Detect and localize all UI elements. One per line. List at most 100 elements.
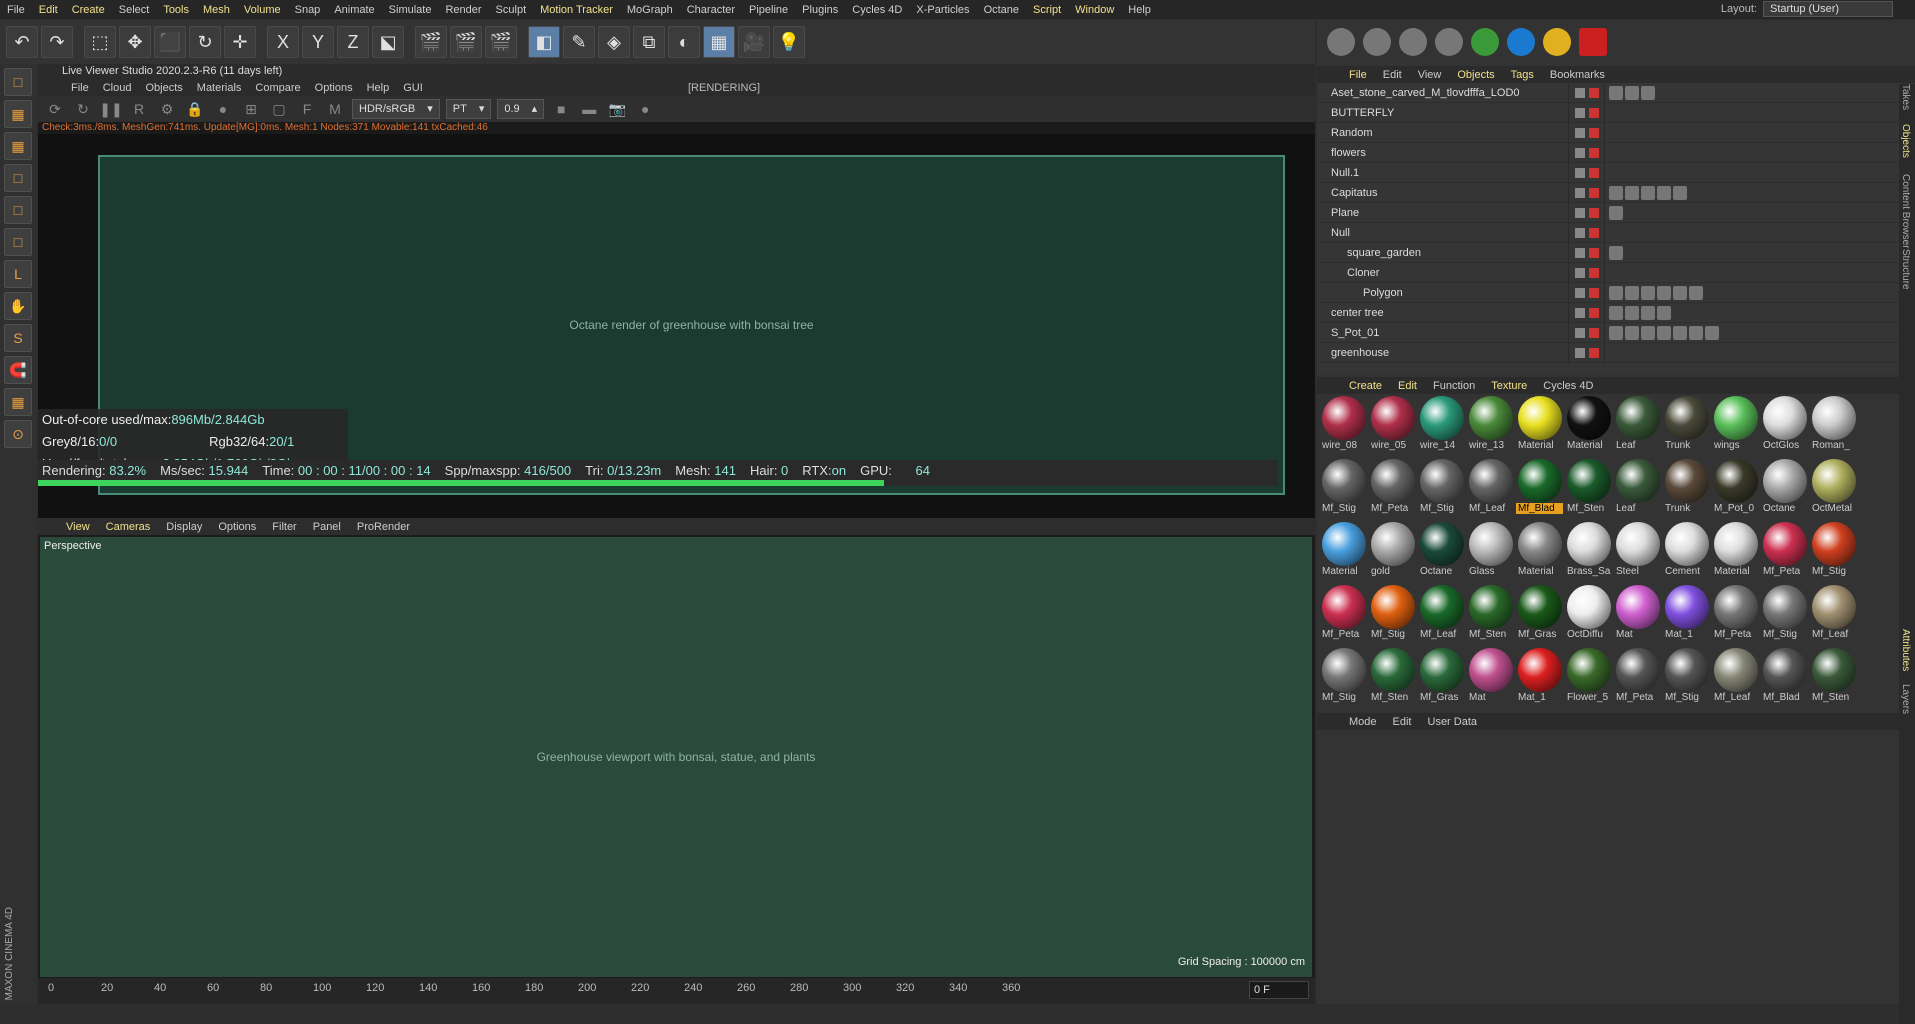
material-swatch[interactable]: wire_05 [1368,396,1417,459]
menu-motion-tracker[interactable]: Motion Tracker [533,4,620,16]
object-menu-item[interactable]: File [1341,69,1375,81]
recent-tool-icon[interactable]: ✛ [224,26,256,58]
edit-render-settings-icon[interactable]: 🎬 [485,26,517,58]
menu-render[interactable]: Render [438,4,488,16]
material-swatch[interactable]: Leaf [1613,396,1662,459]
object-menu-item[interactable]: Objects [1449,69,1502,81]
material-swatch[interactable]: wings [1711,396,1760,459]
timeline[interactable]: 0 F 0 20 40 60 80 100 120 140 160 180 200 220 240 260… [38,978,1315,1004]
live-viewer-menu-item[interactable]: Compare [248,82,307,94]
lock-icon[interactable]: ⟳ [44,98,66,120]
material-swatch[interactable]: Material [1711,522,1760,585]
object-flags[interactable] [1568,322,1604,343]
material-swatch[interactable]: Mf_Peta [1760,522,1809,585]
left-tool-icon[interactable]: □ [4,228,32,256]
material-swatch[interactable]: OctGlos [1760,396,1809,459]
camera-record-icon[interactable] [1579,28,1607,56]
refresh-icon[interactable]: ↻ [72,98,94,120]
viewport-menu-item[interactable]: Options [210,521,264,533]
material-swatch[interactable]: wire_13 [1466,396,1515,459]
menu-character[interactable]: Character [680,4,742,16]
object-flags[interactable] [1568,162,1604,183]
object-row[interactable]: Capitatus [1317,182,1915,203]
camera-icon[interactable]: 🎥 [738,26,770,58]
stop-icon[interactable]: ■ [550,98,572,120]
live-viewer-menu-item[interactable]: Help [360,82,397,94]
material-swatch[interactable]: Material [1515,522,1564,585]
object-flags[interactable] [1568,142,1604,163]
z-axis-icon[interactable]: Z [337,26,369,58]
y-axis-icon[interactable]: Y [302,26,334,58]
side-tab[interactable]: Objects [1900,124,1911,158]
scale-icon[interactable]: ⬛ [154,26,186,58]
material-swatch[interactable]: Roman_ [1809,396,1858,459]
current-frame[interactable]: 0 F [1249,981,1309,999]
material-swatch[interactable]: Mf_Stig [1319,648,1368,711]
rotate-icon[interactable]: ↻ [189,26,221,58]
menu-plugins[interactable]: Plugins [795,4,845,16]
left-tool-icon[interactable]: ⊙ [4,420,32,448]
side-tab[interactable]: Attributes [1900,629,1911,671]
object-row[interactable]: Polygon [1317,282,1915,303]
image-icon[interactable]: ▬ [578,98,600,120]
material-swatch[interactable]: Material [1515,396,1564,459]
menu-create[interactable]: Create [65,4,112,16]
move-icon[interactable]: ✥ [119,26,151,58]
floor-icon[interactable]: ▦ [703,26,735,58]
material-swatch[interactable]: Mf_Gras [1417,648,1466,711]
attributes-menu-item[interactable]: Mode [1341,716,1385,728]
live-viewer-menu-item[interactable]: Cloud [96,82,139,94]
live-viewer-menu-item[interactable]: Objects [138,82,189,94]
object-flags[interactable] [1568,182,1604,203]
material-swatch[interactable]: Steel [1613,522,1662,585]
viewport-menu-item[interactable]: Cameras [98,521,159,533]
material-swatch[interactable]: gold [1368,522,1417,585]
coord-system-icon[interactable]: ⬕ [372,26,404,58]
menu-mograph[interactable]: MoGraph [620,4,680,16]
material-swatch[interactable]: Mat [1613,585,1662,648]
object-row[interactable]: center tree [1317,302,1915,323]
material-swatch[interactable]: Trunk [1662,396,1711,459]
material-swatch[interactable]: Cement [1662,522,1711,585]
material-swatch[interactable]: Flower_5 [1564,648,1613,711]
kernel-select[interactable]: PT ▾ [445,99,492,119]
material-swatch[interactable]: Octane [1760,459,1809,522]
object-menu-item[interactable]: Edit [1375,69,1410,81]
pause-icon[interactable]: ❚❚ [99,98,122,120]
material-swatch[interactable]: Mf_Leaf [1809,585,1858,648]
menu-sculpt[interactable]: Sculpt [489,4,534,16]
menu-volume[interactable]: Volume [237,4,288,16]
material-swatch[interactable]: Brass_Sa [1564,522,1613,585]
viewport-menu-item[interactable]: Display [158,521,210,533]
frame-icon[interactable]: ▢ [268,98,290,120]
material-swatch[interactable]: Mat_1 [1515,648,1564,711]
object-row[interactable]: Cloner [1317,262,1915,283]
material-swatch[interactable]: Mf_Leaf [1417,585,1466,648]
material-menu-item[interactable]: Function [1425,380,1483,392]
object-row[interactable]: Null [1317,222,1915,243]
material-sphere-icon[interactable] [1435,28,1463,56]
left-tool-icon[interactable]: □ [4,68,32,96]
object-flags[interactable] [1568,82,1604,103]
cube-icon[interactable]: ◧ [528,26,560,58]
redo-icon[interactable]: ↷ [41,26,73,58]
material-sphere-icon[interactable] [1327,28,1355,56]
menu-file[interactable]: File [0,4,32,16]
material-swatch[interactable]: Mf_Stig [1417,459,1466,522]
menu-help[interactable]: Help [1121,4,1158,16]
material-icon[interactable]: M [324,98,346,120]
material-swatch[interactable]: Mf_Sten [1564,459,1613,522]
menu-snap[interactable]: Snap [288,4,328,16]
material-swatch[interactable]: Mf_Blad [1515,459,1564,522]
material-swatch[interactable]: Mf_Stig [1368,585,1417,648]
material-swatch[interactable]: Mf_Sten [1466,585,1515,648]
material-swatch[interactable]: Mf_Blad [1760,648,1809,711]
attributes-menu-item[interactable]: User Data [1420,716,1486,728]
side-tab[interactable]: Content Browser [1900,174,1911,248]
render-view-icon[interactable]: 🎬 [415,26,447,58]
viewport-menu-item[interactable]: Filter [264,521,304,533]
menu-select[interactable]: Select [112,4,157,16]
side-tab[interactable]: Layers [1900,684,1911,714]
menu-window[interactable]: Window [1068,4,1121,16]
material-menu-item[interactable]: Create [1341,380,1390,392]
